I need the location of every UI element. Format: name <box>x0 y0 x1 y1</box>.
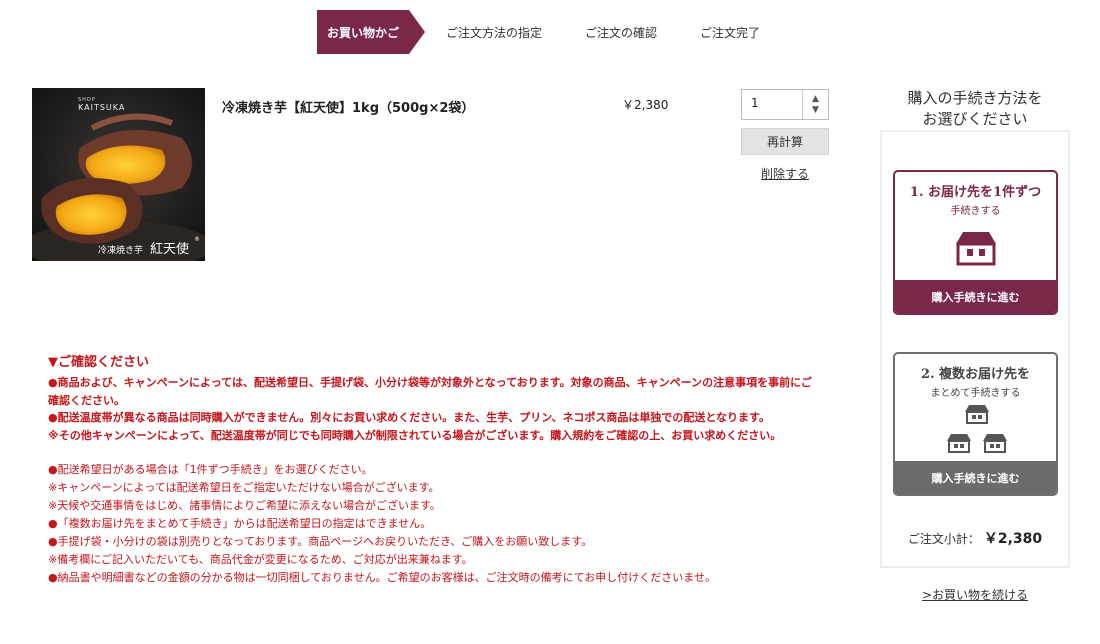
continue-shopping-link[interactable]: >お買い物を続ける <box>922 586 1028 603</box>
notice-line: ※備考欄にご記入いただいても、商品代金が変更になるため、ご対応が出来兼ねます。 <box>48 553 473 566</box>
option2-subtitle: まとめて手続きする <box>930 388 1021 399</box>
sweet-potato-photo <box>32 88 205 261</box>
house-icon <box>956 232 996 266</box>
confirmation-notice: ▼ご確認ください ●商品および、キャンペーンによっては、配送希望日、手提げ袋、小… <box>48 351 818 587</box>
quantity-input[interactable]: 1 <box>742 90 802 119</box>
quantity-spinner[interactable]: ▲ ▼ <box>802 90 828 119</box>
notice-bold-line: ※その他キャンペーンによって、配送温度帯が同じでも同時購入が制限されている場合が… <box>48 428 782 442</box>
quantity-stepper[interactable]: 1 ▲ ▼ <box>741 89 829 120</box>
step-order-complete: ご注文完了 <box>700 26 761 40</box>
notice-bold-line: ●配送温度帯が異なる商品は同時購入ができません。別々にお買い求めください。また、… <box>48 411 770 424</box>
step-cart: お買い物かご <box>317 10 425 54</box>
recalculate-button[interactable]: 再計算 <box>741 128 829 155</box>
checkout-steps: お買い物かご ご注文方法の指定 ご注文の確認 ご注文完了 <box>317 10 760 54</box>
order-subtotal: ご注文小計： ￥2,380 <box>880 528 1070 548</box>
step-cart-label: お買い物かご <box>326 25 399 40</box>
heading-line-2: お選びください <box>922 110 1028 128</box>
step-order-method: ご注文方法の指定 <box>446 26 543 40</box>
delete-item-link[interactable]: 削除する <box>761 165 809 182</box>
registered-mark: ® <box>194 236 200 243</box>
proceed-multiple-button[interactable]: 購入手続きに進む <box>895 461 1056 494</box>
image-caption-small: 冷凍焼き芋 <box>98 246 144 256</box>
purchase-method-heading: 購入の手続き方法を お選びください <box>880 88 1070 130</box>
notice-line: ※天候や交通事情をはじめ、諸事情によりご希望に添えない場合がございます。 <box>48 499 441 512</box>
product-image[interactable]: SHOP KAITSUKA 冷凍焼き芋 紅天使 ® <box>32 88 205 261</box>
subtotal-label: ご注文小計： <box>907 532 980 546</box>
notice-line: ●納品書や明細書などの金額の分かる物は一切同梱しておりません。ご希望のお客様は、… <box>48 571 716 584</box>
brand-logo: KAITSUKA <box>78 103 126 112</box>
subtotal-value: ￥2,380 <box>983 531 1043 547</box>
multiple-delivery-option[interactable]: 2. 複数お届け先を まとめて手続きする 購入手続きに進む <box>893 352 1058 496</box>
option2-title: 2. 複数お届け先を <box>920 367 1031 382</box>
increment-arrow-icon[interactable]: ▲ <box>812 94 819 104</box>
notice-bold-line: ●商品および、キャンペーンによっては、配送希望日、手提げ袋、小分け袋等が対象外と… <box>48 376 812 407</box>
proceed-single-button[interactable]: 購入手続きに進む <box>895 280 1056 313</box>
product-price: ￥2,380 <box>622 98 669 112</box>
option1-subtitle: 手続きする <box>950 206 1001 217</box>
notice-line: ●「複数お届け先をまとめて手続き」からは配送希望日の指定はできません。 <box>48 517 432 530</box>
notice-line: ●配送希望日がある場合は「1件ずつ手続き」をお選びください。 <box>48 463 373 476</box>
heading-line-1: 購入の手続き方法を <box>907 89 1043 107</box>
option1-title: 1. お届け先を1件ずつ <box>909 185 1042 200</box>
multiple-houses-icon <box>947 405 1007 453</box>
notice-line: ●手提げ袋・小分けの袋は別売りとなっております。商品ページへお戻りいただき、ご購… <box>48 535 593 548</box>
product-name[interactable]: 冷凍焼き芋【紅天使】1kg（500g×2袋） <box>222 97 474 116</box>
decrement-arrow-icon[interactable]: ▼ <box>812 105 819 115</box>
single-delivery-option[interactable]: 1. お届け先を1件ずつ 手続きする 購入手続きに進む <box>893 170 1058 315</box>
step-order-confirm: ご注文の確認 <box>585 26 658 40</box>
notice-line: ※キャンペーンによっては配送希望日をご指定いただけない場合がございます。 <box>48 481 440 494</box>
image-caption-large: 紅天使 <box>150 242 190 257</box>
notice-title: ▼ご確認ください <box>48 355 149 370</box>
